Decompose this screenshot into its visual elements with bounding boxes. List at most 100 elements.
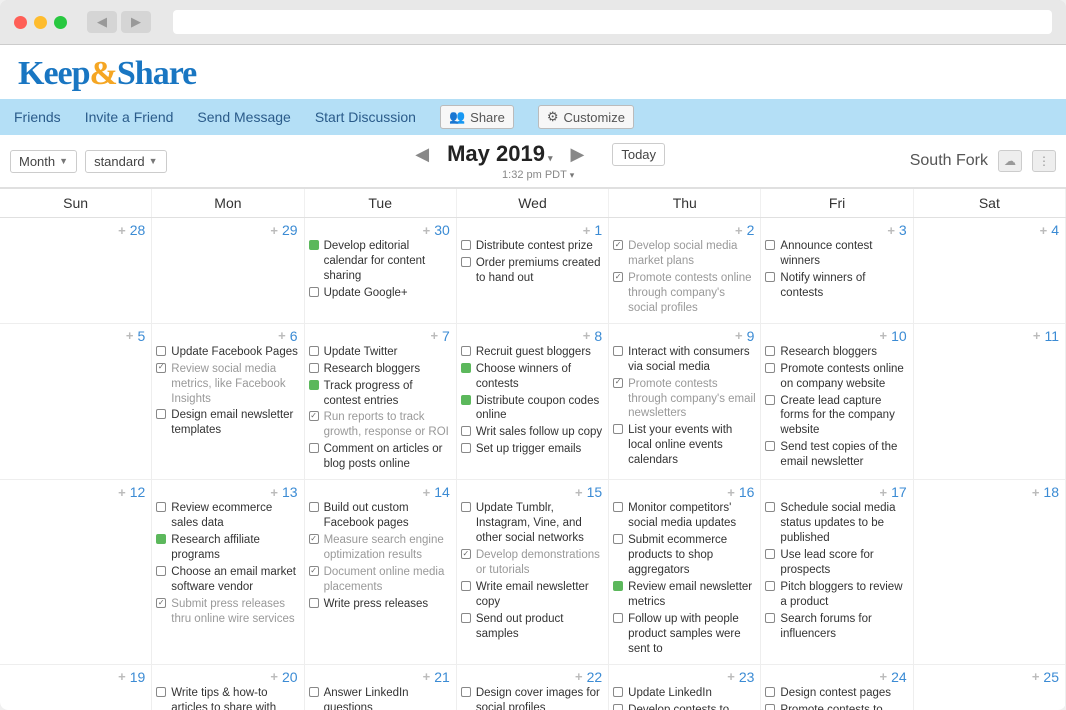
checkbox-icon[interactable]	[765, 704, 775, 710]
event-item[interactable]: Order premiums created to hand out	[461, 255, 604, 287]
add-event-icon[interactable]: +	[880, 485, 888, 500]
event-item[interactable]: Comment on articles or blog posts online	[309, 441, 452, 473]
event-item[interactable]: Follow up with people product samples we…	[613, 611, 756, 658]
more-icon[interactable]: ⋮	[1032, 150, 1056, 172]
calendar-cell[interactable]: +2Develop social media market plansPromo…	[609, 218, 761, 324]
event-item[interactable]: Run reports to track growth, response or…	[309, 409, 452, 441]
checkbox-icon[interactable]	[613, 613, 623, 623]
prev-month-button[interactable]: ◀	[411, 144, 433, 165]
event-item[interactable]: Choose winners of contests	[461, 361, 604, 393]
calendar-cell[interactable]: +7Update TwitterResearch bloggersTrack p…	[305, 324, 457, 481]
checkbox-icon[interactable]	[765, 395, 775, 405]
event-item[interactable]: Track progress of contest entries	[309, 378, 452, 410]
event-item[interactable]: Update Google+	[309, 285, 452, 302]
checkbox-icon[interactable]	[613, 534, 623, 544]
calendar-cell[interactable]: +6Update Facebook PagesReview social med…	[152, 324, 304, 481]
checkbox-icon[interactable]	[765, 581, 775, 591]
checkbox-icon[interactable]	[613, 704, 623, 710]
add-event-icon[interactable]: +	[583, 223, 591, 238]
calendar-cell[interactable]: +12	[0, 480, 152, 664]
checkbox-icon[interactable]	[765, 363, 775, 373]
event-item[interactable]: Write email newsletter copy	[461, 579, 604, 611]
checkbox-icon[interactable]	[613, 687, 623, 697]
event-item[interactable]: Search forums for influencers	[765, 611, 908, 643]
event-item[interactable]: Develop contests to promote a business o…	[613, 702, 756, 710]
add-event-icon[interactable]: +	[575, 485, 583, 500]
checkbox-checked-icon[interactable]	[156, 363, 166, 373]
event-item[interactable]: Research bloggers	[765, 344, 908, 361]
add-event-icon[interactable]: +	[1033, 328, 1041, 343]
event-item[interactable]: Monitor competitors' social media update…	[613, 500, 756, 532]
nav-friends[interactable]: Friends	[14, 109, 61, 125]
checkbox-icon[interactable]	[765, 502, 775, 512]
checkbox-icon[interactable]	[461, 240, 471, 250]
event-item[interactable]: Research bloggers	[309, 361, 452, 378]
add-event-icon[interactable]: +	[887, 223, 895, 238]
event-item[interactable]: Design contest pages	[765, 685, 908, 702]
event-item[interactable]: Write tips & how-to articles to share wi…	[156, 685, 299, 710]
event-item[interactable]: Notify winners of contests	[765, 270, 908, 302]
checkbox-icon[interactable]	[765, 687, 775, 697]
calendar-cell[interactable]: +10Research bloggersPromote contests onl…	[761, 324, 913, 481]
event-item[interactable]: Promote contests online on company websi…	[765, 361, 908, 393]
checkbox-icon[interactable]	[765, 441, 775, 451]
checkbox-icon[interactable]	[156, 502, 166, 512]
checkbox-icon[interactable]	[309, 598, 319, 608]
calendar-cell[interactable]: +1Distribute contest prizeOrder premiums…	[457, 218, 609, 324]
event-item[interactable]: Update LinkedIn	[613, 685, 756, 702]
calendar-cell[interactable]: +14Build out custom Facebook pagesMeasur…	[305, 480, 457, 664]
checkbox-icon[interactable]	[309, 346, 319, 356]
add-event-icon[interactable]: +	[575, 669, 583, 684]
add-event-icon[interactable]: +	[735, 223, 743, 238]
close-icon[interactable]	[14, 16, 27, 29]
add-event-icon[interactable]: +	[118, 669, 126, 684]
checkbox-icon[interactable]	[309, 687, 319, 697]
cloud-icon[interactable]: ☁	[998, 150, 1022, 172]
event-item[interactable]: Schedule social media status updates to …	[765, 500, 908, 547]
add-event-icon[interactable]: +	[126, 328, 134, 343]
nav-send-message[interactable]: Send Message	[197, 109, 290, 125]
back-button[interactable]: ◀	[87, 11, 117, 33]
event-item[interactable]: Use lead score for prospects	[765, 547, 908, 579]
next-month-button[interactable]: ▶	[567, 144, 589, 165]
event-item[interactable]: Submit press releases thru online wire s…	[156, 596, 299, 628]
add-event-icon[interactable]: +	[1032, 669, 1040, 684]
add-event-icon[interactable]: +	[880, 328, 888, 343]
add-event-icon[interactable]: +	[727, 669, 735, 684]
checkbox-icon[interactable]	[309, 443, 319, 453]
add-event-icon[interactable]: +	[1032, 485, 1040, 500]
maximize-icon[interactable]	[54, 16, 67, 29]
checkbox-icon[interactable]	[309, 287, 319, 297]
event-item[interactable]: Build out custom Facebook pages	[309, 500, 452, 532]
add-event-icon[interactable]: +	[423, 485, 431, 500]
event-item[interactable]: Develop editorial calendar for content s…	[309, 238, 452, 285]
calendar-cell[interactable]: +4	[914, 218, 1066, 324]
event-item[interactable]: Research affiliate programs	[156, 532, 299, 564]
add-event-icon[interactable]: +	[423, 669, 431, 684]
add-event-icon[interactable]: +	[423, 223, 431, 238]
today-button[interactable]: Today	[612, 143, 665, 166]
checkbox-checked-icon[interactable]	[613, 378, 623, 388]
minimize-icon[interactable]	[34, 16, 47, 29]
add-event-icon[interactable]: +	[270, 223, 278, 238]
add-event-icon[interactable]: +	[430, 328, 438, 343]
view-dropdown[interactable]: Month▼	[10, 150, 77, 173]
event-item[interactable]: Send test copies of the email newsletter	[765, 439, 908, 471]
event-item[interactable]: Develop social media market plans	[613, 238, 756, 270]
event-item[interactable]: Promote contests online through company'…	[613, 270, 756, 317]
event-item[interactable]: Answer LinkedIn questions	[309, 685, 452, 710]
event-item[interactable]: Interact with consumers via social media	[613, 344, 756, 376]
forward-button[interactable]: ▶	[121, 11, 151, 33]
checkbox-icon[interactable]	[461, 426, 471, 436]
share-button[interactable]: 👥Share	[440, 105, 514, 129]
calendar-cell[interactable]: +19	[0, 665, 152, 710]
checkbox-icon[interactable]	[156, 687, 166, 697]
time-zone[interactable]: 1:32 pm PDT ▾	[502, 169, 574, 181]
checkbox-icon[interactable]	[461, 502, 471, 512]
checkbox-icon[interactable]	[765, 240, 775, 250]
add-event-icon[interactable]: +	[278, 328, 286, 343]
nav-start-discussion[interactable]: Start Discussion	[315, 109, 416, 125]
event-item[interactable]: Design email newsletter templates	[156, 407, 299, 439]
event-item[interactable]: Design cover images for social profiles	[461, 685, 604, 710]
calendar-cell[interactable]: +20Write tips & how-to articles to share…	[152, 665, 304, 710]
